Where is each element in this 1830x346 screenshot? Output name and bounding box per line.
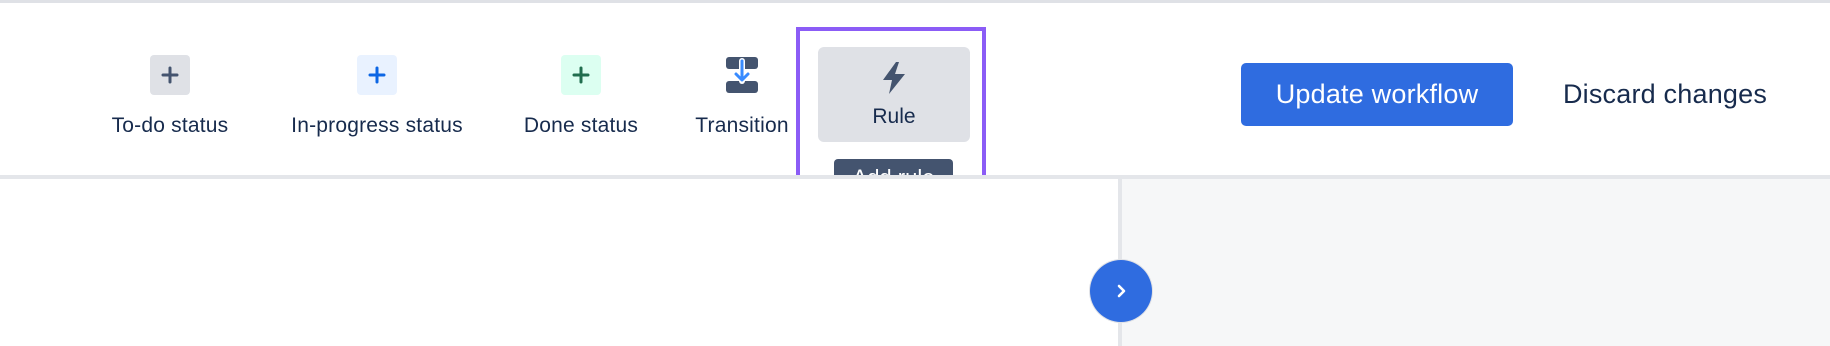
transition-icon (722, 55, 762, 95)
done-status-tool[interactable]: Done status (514, 55, 648, 145)
plus-icon (150, 55, 190, 95)
lightning-icon (874, 58, 914, 98)
workflow-canvas[interactable] (0, 179, 1118, 346)
plus-icon (561, 55, 601, 95)
discard-changes-button[interactable]: Discard changes (1540, 63, 1790, 126)
expand-panel-button[interactable] (1090, 260, 1152, 322)
transition-tool[interactable]: Transition (688, 55, 796, 145)
todo-status-label: To-do status (111, 114, 229, 137)
side-panel (1122, 179, 1830, 346)
update-workflow-button[interactable]: Update workflow (1241, 63, 1513, 126)
plus-icon (357, 55, 397, 95)
in-progress-status-tool[interactable]: In-progress status (276, 55, 478, 145)
rule-label: Rule (872, 105, 916, 128)
workflow-toolbar: To-do status In-progress status Done sta… (0, 3, 1830, 197)
in-progress-status-label: In-progress status (291, 114, 463, 137)
chevron-right-icon (1117, 284, 1126, 298)
done-status-label: Done status (523, 114, 639, 137)
todo-status-tool[interactable]: To-do status (100, 55, 240, 145)
transition-label: Transition (695, 114, 789, 137)
rule-tool[interactable]: Rule (818, 47, 970, 142)
